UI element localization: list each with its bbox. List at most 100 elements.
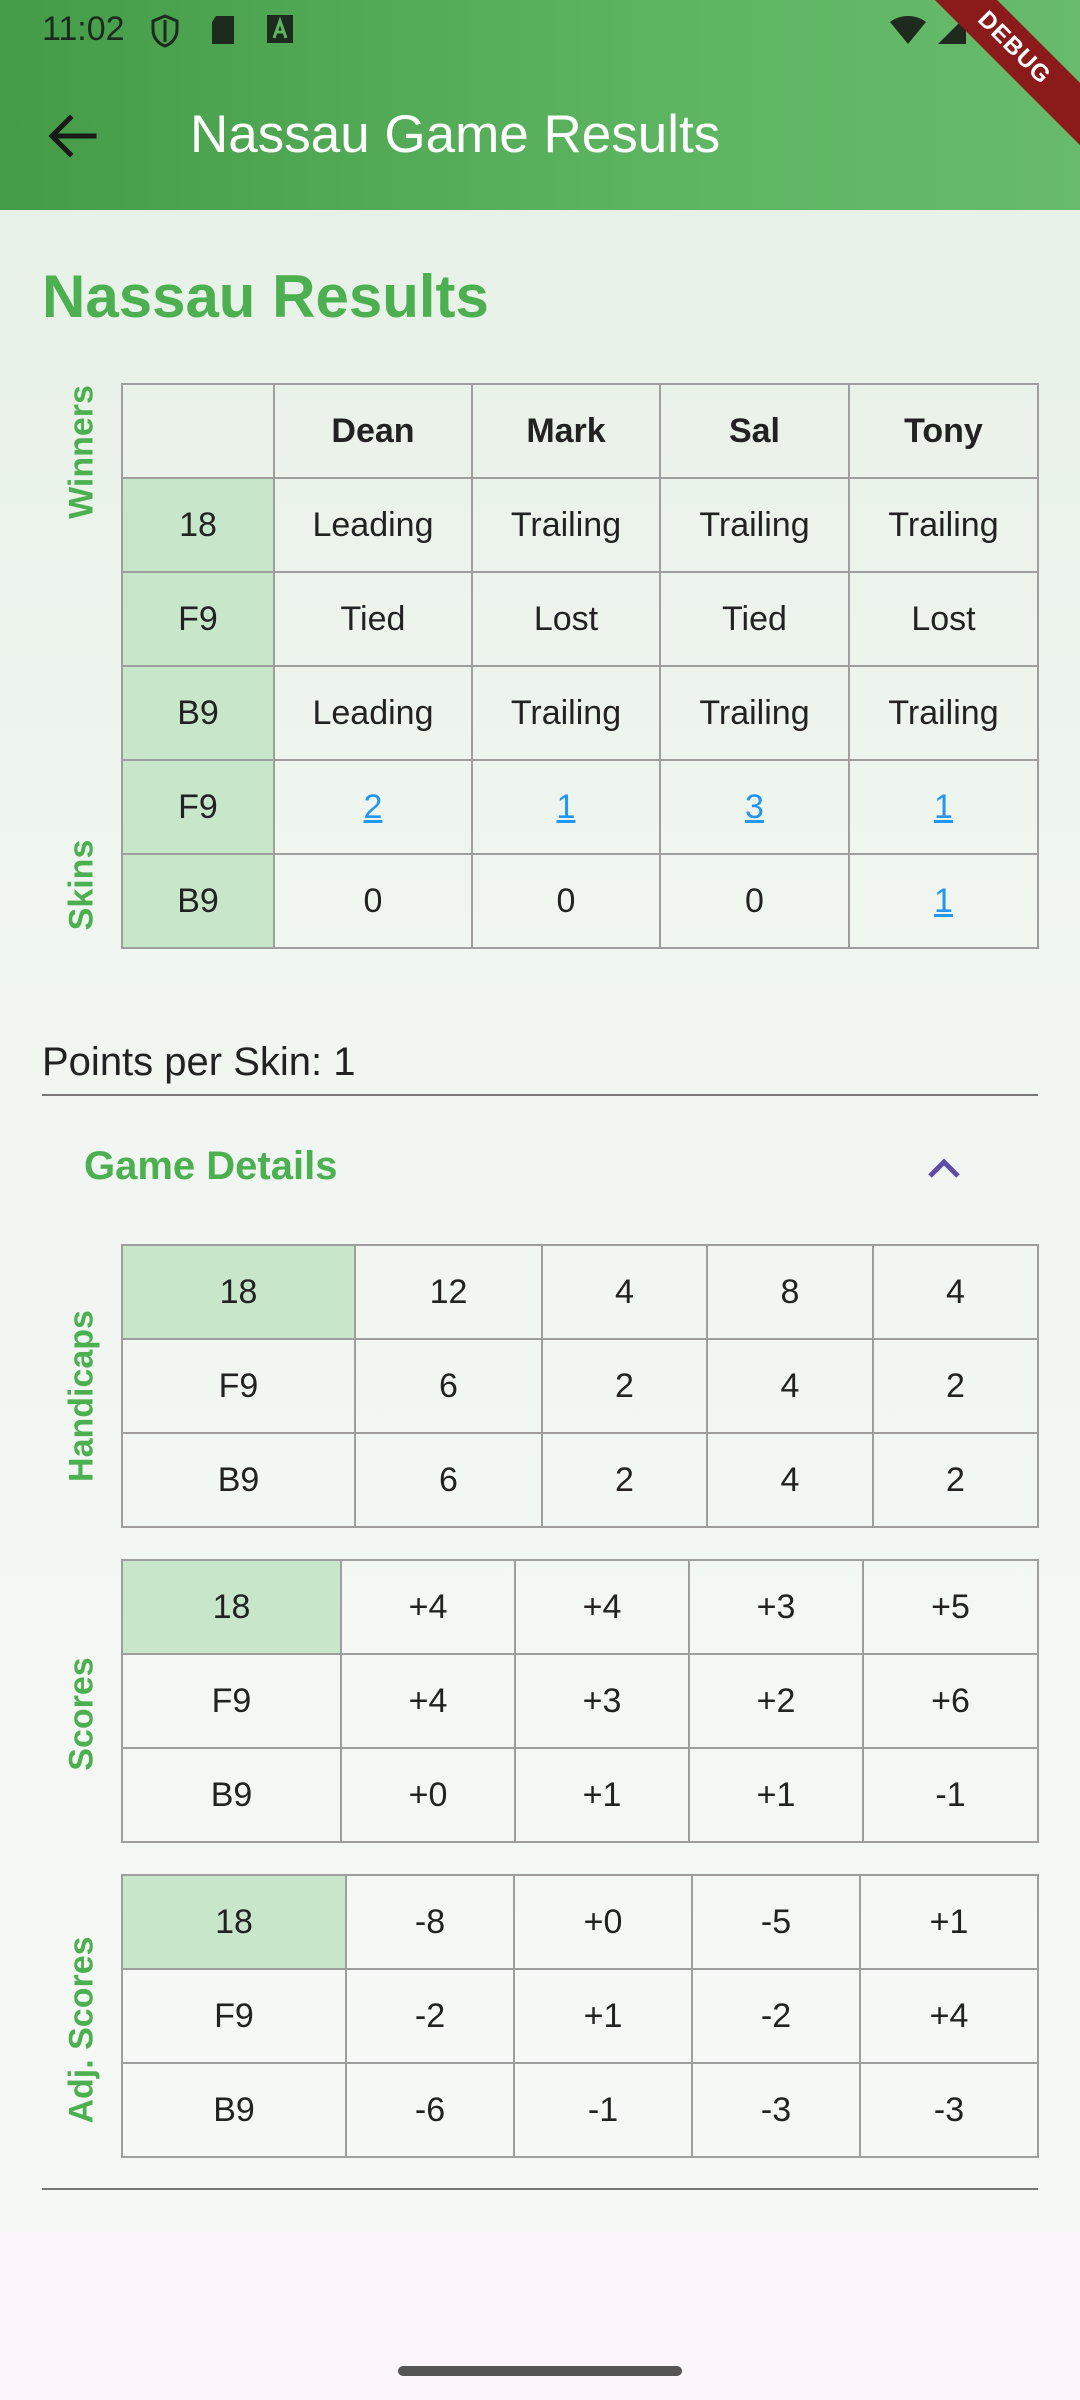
score-value: +1	[514, 1747, 690, 1843]
adj-score-value: -3	[691, 2062, 861, 2158]
row-label: B9	[121, 853, 275, 949]
winner-status: Trailing	[848, 665, 1039, 761]
score-value: +1	[688, 1747, 864, 1843]
row-label: B9	[121, 2062, 347, 2158]
adj-score-value: +0	[513, 1874, 693, 1970]
skins-count-link[interactable]: 3	[659, 759, 850, 855]
handicap-value: 12	[354, 1244, 543, 1340]
row-label: F9	[121, 1968, 347, 2064]
player-header: Sal	[659, 383, 850, 479]
handicap-value: 4	[872, 1244, 1039, 1340]
row-label: B9	[121, 1432, 356, 1528]
gesture-home-indicator[interactable]	[398, 2366, 682, 2376]
player-header: Mark	[471, 383, 661, 479]
winners-row-b9: B9 Leading Trailing Trailing Trailing	[121, 665, 1039, 761]
row-label: F9	[121, 759, 275, 855]
table-row: B9 -6 -1 -3 -3	[121, 2062, 1039, 2158]
page-heading: Nassau Results	[42, 263, 489, 330]
winner-status: Lost	[471, 571, 661, 667]
corner-cell	[121, 383, 275, 479]
table-row: F9 6 2 4 2	[121, 1338, 1039, 1434]
chevron-up-icon[interactable]	[920, 1150, 968, 1186]
handicap-value: 2	[872, 1338, 1039, 1434]
skins-count-link[interactable]: 2	[273, 759, 473, 855]
results-table: Dean Mark Sal Tony 18 Leading Trailing T…	[121, 383, 1039, 949]
row-label: F9	[121, 1338, 356, 1434]
row-label: 18	[121, 1874, 347, 1970]
skins-count: 0	[471, 853, 661, 949]
skins-count: 0	[273, 853, 473, 949]
score-value: +3	[688, 1559, 864, 1655]
winners-row-18: 18 Leading Trailing Trailing Trailing	[121, 477, 1039, 573]
player-header: Dean	[273, 383, 473, 479]
row-label: F9	[121, 1653, 342, 1749]
adj-score-value: -2	[345, 1968, 515, 2064]
score-value: +0	[340, 1747, 516, 1843]
handicap-value: 6	[354, 1338, 543, 1434]
score-value: +4	[340, 1559, 516, 1655]
status-bar: 11:02	[0, 0, 1080, 64]
table-row: B9 6 2 4 2	[121, 1432, 1039, 1528]
score-value: -1	[862, 1747, 1039, 1843]
handicap-value: 4	[706, 1338, 874, 1434]
winner-status: Leading	[273, 477, 473, 573]
winner-status: Lost	[848, 571, 1039, 667]
player-header: Tony	[848, 383, 1039, 479]
game-details-title: Game Details	[84, 1144, 338, 1188]
winner-status: Trailing	[659, 477, 850, 573]
winner-status: Trailing	[471, 665, 661, 761]
score-value: +2	[688, 1653, 864, 1749]
divider	[42, 1094, 1038, 1096]
font-a-icon	[267, 15, 293, 43]
skins-row-f9: F9 2 1 3 1	[121, 759, 1039, 855]
score-value: +4	[340, 1653, 516, 1749]
skins-count: 0	[659, 853, 850, 949]
skins-count-link[interactable]: 1	[848, 759, 1039, 855]
skins-count-link[interactable]: 1	[471, 759, 661, 855]
skins-row-b9: B9 0 0 0 1	[121, 853, 1039, 949]
handicaps-table: 18 12 4 8 4 F9 6 2 4 2 B9 6 2 4 2	[121, 1244, 1039, 1528]
row-label: 18	[121, 1244, 356, 1340]
handicap-value: 8	[706, 1244, 874, 1340]
table-row: F9 +4 +3 +2 +6	[121, 1653, 1039, 1749]
score-value: +3	[514, 1653, 690, 1749]
score-value: +6	[862, 1653, 1039, 1749]
winner-status: Tied	[659, 571, 850, 667]
winner-status: Tied	[273, 571, 473, 667]
row-label: B9	[121, 665, 275, 761]
adj-score-value: -2	[691, 1968, 861, 2064]
adj-score-value: +4	[859, 1968, 1039, 2064]
status-time: 11:02	[42, 10, 125, 48]
results-content: Nassau Results Winners Skins Dean Mark S…	[0, 210, 1080, 2232]
results-header-row: Dean Mark Sal Tony	[121, 383, 1039, 479]
sd-card-icon	[212, 16, 234, 44]
table-row: F9 -2 +1 -2 +4	[121, 1968, 1039, 2064]
winner-status: Trailing	[659, 665, 850, 761]
arrow-back-icon	[48, 114, 97, 158]
winner-status: Leading	[273, 665, 473, 761]
points-per-skin: Points per Skin: 1	[42, 1040, 356, 1084]
shield-icon	[151, 14, 179, 48]
handicap-value: 2	[541, 1432, 708, 1528]
row-label: 18	[121, 1559, 342, 1655]
scores-table: 18 +4 +4 +3 +5 F9 +4 +3 +2 +6 B9 +0 +1 +…	[121, 1559, 1039, 1843]
row-label: B9	[121, 1747, 342, 1843]
adj-score-value: -6	[345, 2062, 515, 2158]
adj-scores-table: 18 -8 +0 -5 +1 F9 -2 +1 -2 +4 B9 -6 -1 -…	[121, 1874, 1039, 2158]
row-label: 18	[121, 477, 275, 573]
adj-score-value: +1	[513, 1968, 693, 2064]
adj-score-value: -8	[345, 1874, 515, 1970]
app-bar-title: Nassau Game Results	[190, 105, 721, 164]
back-button[interactable]	[34, 100, 114, 172]
winner-status: Trailing	[471, 477, 661, 573]
wifi-icon	[890, 16, 926, 44]
handicap-value: 2	[872, 1432, 1039, 1528]
adj-score-value: -1	[513, 2062, 693, 2158]
skins-count-link[interactable]: 1	[848, 853, 1039, 949]
adj-score-value: +1	[859, 1874, 1039, 1970]
winners-row-f9: F9 Tied Lost Tied Lost	[121, 571, 1039, 667]
score-value: +4	[514, 1559, 690, 1655]
handicap-value: 4	[706, 1432, 874, 1528]
adj-score-value: -5	[691, 1874, 861, 1970]
app-bar: 11:02 Nassau Game Results DEBUG	[0, 0, 1080, 210]
